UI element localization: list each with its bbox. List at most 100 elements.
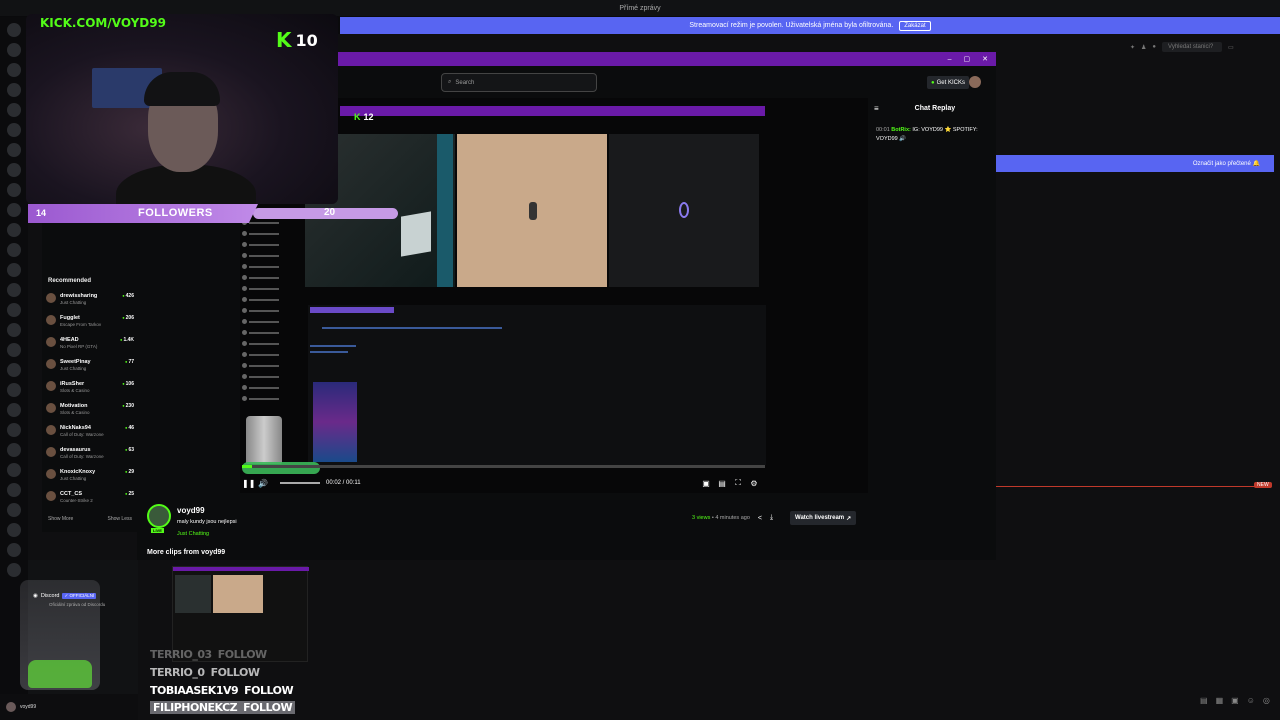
profile-avatar[interactable] bbox=[969, 76, 981, 88]
maximize-icon[interactable]: ▢ bbox=[964, 55, 971, 63]
video-progress-bar[interactable] bbox=[242, 465, 765, 468]
server-icon[interactable] bbox=[7, 183, 21, 197]
follow-alert: TERRIO_0 FOLLOW bbox=[150, 666, 260, 679]
pin-icon[interactable]: ✦ bbox=[1130, 44, 1135, 51]
server-icon[interactable] bbox=[7, 463, 21, 477]
streamer-name: Motivation bbox=[60, 403, 88, 409]
server-icon[interactable] bbox=[7, 43, 21, 57]
server-icon[interactable] bbox=[7, 563, 21, 577]
mark-read-label: Označit jako přečtené bbox=[1192, 160, 1251, 167]
server-icon[interactable] bbox=[7, 163, 21, 177]
server-icon[interactable] bbox=[7, 203, 21, 217]
channel-name[interactable]: voyd99 bbox=[177, 506, 205, 515]
sidebar-streamer[interactable]: MotivationSlots & Casino230 bbox=[42, 400, 138, 422]
pip-icon[interactable]: ▤ bbox=[717, 479, 727, 488]
sidebar-streamer[interactable]: iRusSherSlots & Casino106 bbox=[42, 378, 138, 400]
volume-icon[interactable]: 🔊 bbox=[258, 479, 268, 488]
chat-message-user[interactable]: BotRix: bbox=[891, 127, 911, 133]
streamer-viewers: 25 bbox=[125, 491, 134, 497]
gif-icon[interactable]: ▦ bbox=[1216, 696, 1224, 705]
server-icon[interactable] bbox=[7, 263, 21, 277]
follow-alert: TERRIO_03 FOLLOW bbox=[150, 648, 267, 661]
followers-label: FOLLOWERS bbox=[138, 207, 213, 219]
kicks-icon: ● bbox=[931, 79, 935, 86]
server-icon[interactable] bbox=[7, 423, 21, 437]
volume-slider[interactable] bbox=[280, 482, 320, 484]
streamer-info: CCT_CS Counter-Strike 2 bbox=[60, 491, 125, 503]
disable-streamer-mode-button[interactable]: Zakázat bbox=[899, 20, 931, 31]
server-icon[interactable] bbox=[7, 303, 21, 317]
minimize-icon[interactable]: – bbox=[948, 56, 952, 63]
streamer-info: 4HEAD No Pixel RP (GTA) bbox=[60, 337, 120, 349]
sidebar-streamer[interactable]: devasaurusCall of Duty: Warzone63 bbox=[42, 444, 138, 466]
server-icon[interactable] bbox=[7, 103, 21, 117]
server-icon[interactable] bbox=[7, 323, 21, 337]
server-icon[interactable] bbox=[7, 23, 21, 37]
server-icon[interactable] bbox=[7, 123, 21, 137]
streamer-name: KnoxicKnoxy bbox=[60, 469, 96, 475]
server-icon[interactable] bbox=[7, 223, 21, 237]
members-icon[interactable]: ♟ bbox=[1141, 44, 1146, 51]
show-more-button[interactable]: Show More bbox=[48, 516, 73, 522]
theater-icon[interactable]: ▣ bbox=[701, 479, 711, 488]
clip-category[interactable]: Just Chatting bbox=[177, 531, 209, 537]
watch-livestream-button[interactable]: Watch livestream ↗ bbox=[790, 511, 857, 525]
sticker-icon[interactable]: ▣ bbox=[1231, 696, 1239, 705]
dm-name: Discord bbox=[40, 593, 60, 599]
user-avatar[interactable] bbox=[6, 702, 16, 712]
streamer-info: SweetPinay Just Chatting bbox=[60, 359, 125, 371]
server-icon[interactable] bbox=[7, 283, 21, 297]
dm-item-discord[interactable]: ◉ Discord ✓ OFFICIÁLNÍ bbox=[33, 593, 97, 599]
server-icon[interactable] bbox=[7, 143, 21, 157]
settings-icon[interactable]: ⚙ bbox=[749, 479, 759, 488]
clip-ago: • 4 minutes ago bbox=[711, 515, 750, 521]
server-icon[interactable] bbox=[7, 503, 21, 517]
streamer-category: Escape From Tarkov bbox=[60, 322, 102, 327]
mark-as-read-button[interactable]: Označit jako přečtené 🔔 bbox=[996, 155, 1274, 172]
show-less-button[interactable]: Show Less bbox=[108, 516, 132, 522]
gift-icon[interactable]: ▤ bbox=[1200, 696, 1208, 705]
server-icon[interactable] bbox=[7, 243, 21, 257]
outer-search-input[interactable]: Vyhledat stanici? bbox=[1162, 42, 1223, 52]
streamer-name: 4HEAD bbox=[60, 337, 79, 343]
server-icon[interactable] bbox=[7, 363, 21, 377]
sticker-money bbox=[242, 462, 320, 474]
sidebar-streamer[interactable]: 4HEADNo Pixel RP (GTA)1.4K bbox=[42, 334, 138, 356]
server-icon[interactable] bbox=[7, 343, 21, 357]
streamer-info: iRusSher Slots & Casino bbox=[60, 381, 122, 393]
streamer-name: Fugglet bbox=[60, 315, 80, 321]
bell-icon: 🔔 bbox=[1252, 161, 1260, 167]
server-icon[interactable] bbox=[7, 83, 21, 97]
close-icon[interactable]: ✕ bbox=[982, 55, 988, 63]
follow-alert-action: FOLLOW bbox=[210, 666, 260, 679]
get-kicks-button[interactable]: ● Get KICKs bbox=[927, 76, 969, 89]
sidebar-streamer[interactable]: drewissharingJust Chatting426 bbox=[42, 290, 138, 312]
server-icon[interactable] bbox=[7, 443, 21, 457]
sidebar-streamer[interactable]: FuggletEscape From Tarkov 206 bbox=[42, 312, 138, 334]
sidebar-streamer[interactable]: NickNaks94Call of Duty: Warzone46 bbox=[42, 422, 138, 444]
sidebar-streamer[interactable]: CCT_CSCounter-Strike 225 bbox=[42, 488, 138, 510]
download-icon[interactable]: ⤓ bbox=[770, 514, 773, 522]
server-icon[interactable] bbox=[7, 63, 21, 77]
server-icon[interactable] bbox=[7, 383, 21, 397]
server-icon[interactable] bbox=[7, 483, 21, 497]
apps-icon[interactable]: ◎ bbox=[1263, 696, 1270, 705]
inbox-icon[interactable]: ▭ bbox=[1228, 44, 1234, 51]
pause-icon[interactable]: ❚❚ bbox=[242, 479, 255, 488]
server-icon[interactable] bbox=[7, 403, 21, 417]
share-icon[interactable]: < bbox=[758, 515, 762, 522]
kick-search-input[interactable]: ⌕ Search bbox=[441, 73, 597, 92]
fullscreen-icon[interactable]: ⛶ bbox=[733, 478, 743, 488]
emoji-icon[interactable]: ☺ bbox=[1247, 696, 1255, 705]
streamer-viewers: 206 bbox=[122, 315, 134, 321]
streamer-list: drewissharingJust Chatting426FuggletEsca… bbox=[42, 290, 138, 510]
server-icon[interactable] bbox=[7, 523, 21, 537]
sidebar-streamer[interactable]: SweetPinayJust Chatting77 bbox=[42, 356, 138, 378]
video-tile-dark bbox=[609, 134, 759, 287]
sidebar-streamer[interactable]: KnoxicKnoxyJust Chatting29 bbox=[42, 466, 138, 488]
server-icon[interactable] bbox=[7, 543, 21, 557]
collapse-chat-icon[interactable]: ≡ bbox=[874, 104, 879, 113]
channel-avatar[interactable] bbox=[147, 504, 171, 528]
kick-search-placeholder: Search bbox=[455, 79, 475, 86]
user-icon[interactable]: ● bbox=[1152, 44, 1156, 50]
